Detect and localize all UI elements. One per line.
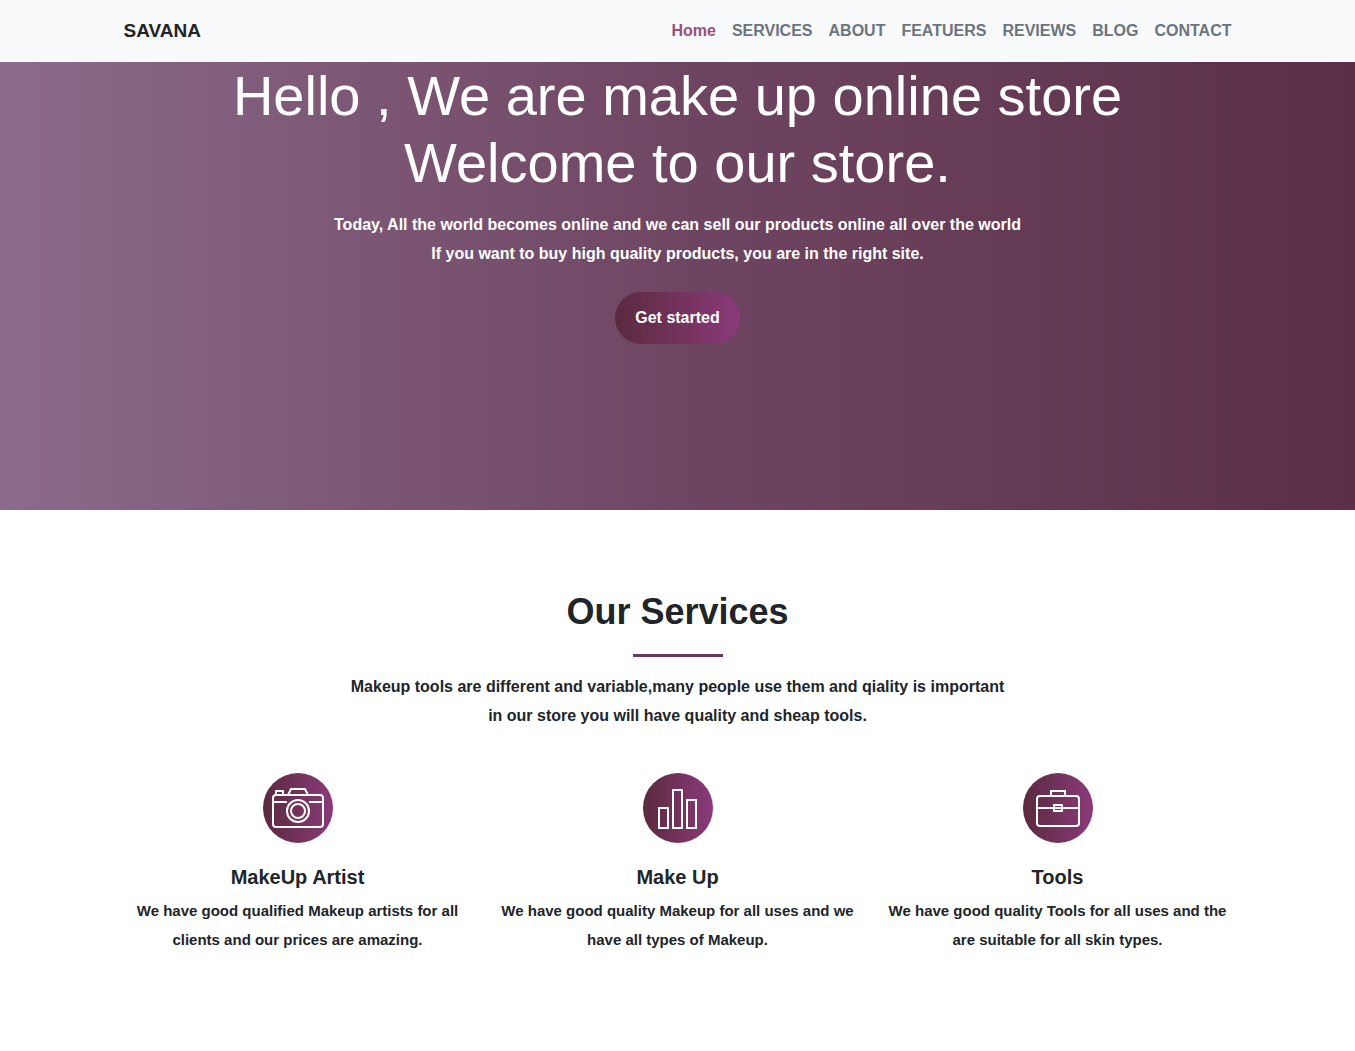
service-description-line: We have good quality Tools for all uses … <box>889 896 1227 925</box>
services-heading: Our Services <box>566 590 788 634</box>
service-description: We have good qualified Makeup artists fo… <box>137 896 458 954</box>
nav-link[interactable]: BLOG <box>1092 19 1138 43</box>
nav-link[interactable]: CONTACT <box>1154 19 1231 43</box>
bar-chart-icon <box>643 773 713 843</box>
service-card: Tools We have good quality Tools for all … <box>868 773 1248 954</box>
services-intro: Makeup tools are different and variable,… <box>351 672 1004 730</box>
nav-link[interactable]: Home <box>671 19 715 43</box>
hero-subtitle-line: Today, All the world becomes online and … <box>334 210 1021 239</box>
service-description-line: We have good qualified Makeup artists fo… <box>137 896 458 925</box>
hero-title-line: Welcome to our store. <box>233 129 1122 196</box>
service-description-line: are suitable for all skin types. <box>889 925 1227 954</box>
service-description: We have good quality Makeup for all uses… <box>501 896 853 954</box>
camera-icon <box>263 773 333 843</box>
service-description-line: have all types of Makeup. <box>501 925 853 954</box>
hero-title: Hello , We are make up online storeWelco… <box>233 62 1122 196</box>
service-description-line: We have good quality Makeup for all uses… <box>501 896 853 925</box>
service-title: Tools <box>1032 863 1084 891</box>
nav-link[interactable]: ABOUT <box>829 19 886 43</box>
hero: Hello , We are make up online storeWelco… <box>0 62 1355 510</box>
hero-title-line: Hello , We are make up online store <box>233 62 1122 129</box>
service-card: Make Up We have good quality Makeup for a… <box>488 773 868 954</box>
briefcase-icon <box>1023 773 1093 843</box>
heading-divider <box>633 654 723 657</box>
brand-logo[interactable]: SAVANA <box>124 17 201 46</box>
nav-link[interactable]: FEATUERS <box>901 19 986 43</box>
intro-line: in our store you will have quality and s… <box>351 701 1004 730</box>
hero-subtitle-line: If you want to buy high quality products… <box>334 239 1021 268</box>
navbar: SAVANA Home SERVICES ABOUT FEATUERS REVIEWS B… <box>0 0 1355 62</box>
intro-line: Makeup tools are different and variable,… <box>351 672 1004 701</box>
nav-link[interactable]: SERVICES <box>732 19 813 43</box>
service-description: We have good quality Tools for all uses … <box>889 896 1227 954</box>
get-started-button[interactable]: Get started <box>615 292 739 344</box>
service-card: MakeUp Artist We have good qualified Make… <box>108 773 488 954</box>
service-title: Make Up <box>636 863 718 891</box>
nav-link[interactable]: REVIEWS <box>1002 19 1076 43</box>
service-description-line: clients and our prices are amazing. <box>137 925 458 954</box>
service-cards: MakeUp Artist We have good qualified Make… <box>108 773 1248 954</box>
services-section: Our Services Makeup tools are different … <box>0 510 1355 1050</box>
hero-subtitle: Today, All the world becomes online and … <box>334 210 1021 268</box>
service-title: MakeUp Artist <box>231 863 365 891</box>
nav-links: Home SERVICES ABOUT FEATUERS REVIEWS BLOG CONT… <box>671 19 1231 43</box>
